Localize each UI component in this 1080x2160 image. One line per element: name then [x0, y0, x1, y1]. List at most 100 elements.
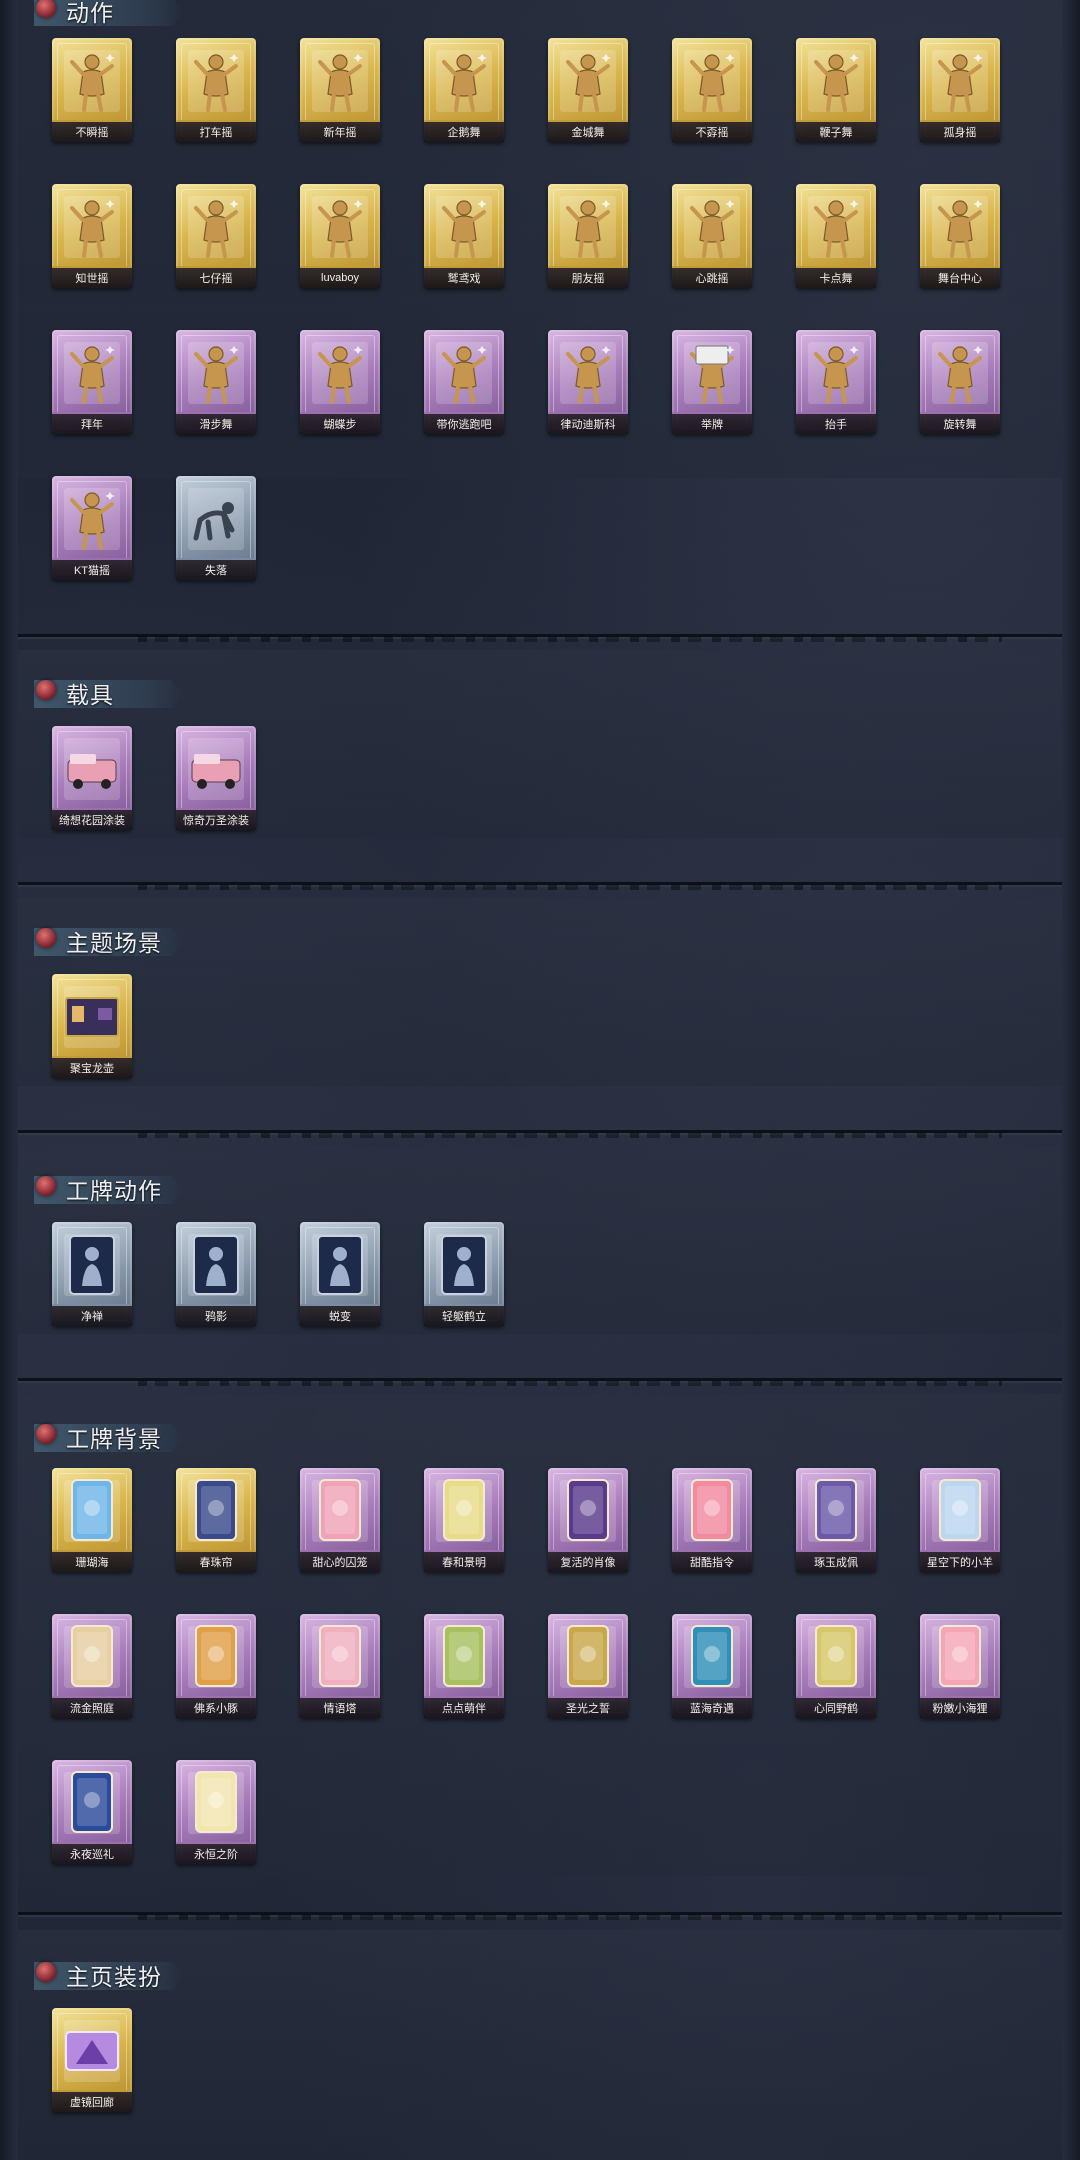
collection-item[interactable]: 拜年 — [48, 330, 136, 442]
collection-item[interactable]: 甜酷指令 — [668, 1468, 756, 1580]
collection-item[interactable]: 轻躯鹤立 — [420, 1222, 508, 1334]
collection-item[interactable]: 新年摇 — [296, 38, 384, 150]
collection-item[interactable]: luvaboy — [296, 184, 384, 296]
collection-item[interactable]: 企鹅舞 — [420, 38, 508, 150]
item-card[interactable]: 鹫鸢戏 — [424, 184, 504, 288]
item-card[interactable]: 复活的肖像 — [548, 1468, 628, 1572]
item-card[interactable]: 旋转舞 — [920, 330, 1000, 434]
collection-item[interactable]: 蓝海奇遇 — [668, 1614, 756, 1726]
collection-item[interactable]: 滑步舞 — [172, 330, 260, 442]
collection-item[interactable]: 情语塔 — [296, 1614, 384, 1726]
item-card[interactable]: 甜心的囚笼 — [300, 1468, 380, 1572]
collection-item[interactable]: 绮想花园涂装 — [48, 726, 136, 838]
collection-item[interactable]: 舞台中心 — [916, 184, 1004, 296]
item-card[interactable]: 抬手 — [796, 330, 876, 434]
item-card[interactable]: 心跳摇 — [672, 184, 752, 288]
item-card[interactable]: 净禅 — [52, 1222, 132, 1326]
item-card[interactable]: 珊瑚海 — [52, 1468, 132, 1572]
item-card[interactable]: 心同野鹤 — [796, 1614, 876, 1718]
item-card[interactable]: luvaboy — [300, 184, 380, 288]
item-card[interactable]: 蜕变 — [300, 1222, 380, 1326]
item-card[interactable]: 律动迪斯科 — [548, 330, 628, 434]
collection-item[interactable]: 律动迪斯科 — [544, 330, 632, 442]
item-card[interactable]: 鸦影 — [176, 1222, 256, 1326]
item-card[interactable]: 朋友摇 — [548, 184, 628, 288]
item-card[interactable]: 举牌 — [672, 330, 752, 434]
collection-item[interactable]: 惊奇万圣涂装 — [172, 726, 260, 838]
item-card[interactable]: 永恒之阶 — [176, 1760, 256, 1864]
item-card[interactable]: 舞台中心 — [920, 184, 1000, 288]
collection-item[interactable]: KT猫摇 — [48, 476, 136, 588]
item-card[interactable]: 轻躯鹤立 — [424, 1222, 504, 1326]
collection-item[interactable]: 永恒之阶 — [172, 1760, 260, 1872]
collection-item[interactable]: 点点萌伴 — [420, 1614, 508, 1726]
collection-item[interactable]: 甜心的囚笼 — [296, 1468, 384, 1580]
item-card[interactable]: 春珠帘 — [176, 1468, 256, 1572]
item-card[interactable]: 春和景明 — [424, 1468, 504, 1572]
collection-item[interactable]: 鹫鸢戏 — [420, 184, 508, 296]
item-card[interactable]: 鞭子舞 — [796, 38, 876, 142]
item-card[interactable]: 不瞬摇 — [52, 38, 132, 142]
collection-item[interactable]: 孤身摇 — [916, 38, 1004, 150]
item-card[interactable]: 七仔摇 — [176, 184, 256, 288]
item-card[interactable]: 不孬摇 — [672, 38, 752, 142]
collection-item[interactable]: 不孬摇 — [668, 38, 756, 150]
item-card[interactable]: 打车摇 — [176, 38, 256, 142]
item-card[interactable]: 绮想花园涂装 — [52, 726, 132, 830]
item-card[interactable]: KT猫摇 — [52, 476, 132, 580]
item-card[interactable]: 粉嫩小海狸 — [920, 1614, 1000, 1718]
collection-item[interactable]: 净禅 — [48, 1222, 136, 1334]
collection-item[interactable]: 流金照庭 — [48, 1614, 136, 1726]
item-card[interactable]: 企鹅舞 — [424, 38, 504, 142]
item-card[interactable]: 卡点舞 — [796, 184, 876, 288]
collection-item[interactable]: 心跳摇 — [668, 184, 756, 296]
item-card[interactable]: 圣光之誓 — [548, 1614, 628, 1718]
item-card[interactable]: 蝴蝶步 — [300, 330, 380, 434]
collection-item[interactable]: 七仔摇 — [172, 184, 260, 296]
collection-item[interactable]: 蜕变 — [296, 1222, 384, 1334]
collection-item[interactable]: 复活的肖像 — [544, 1468, 632, 1580]
collection-item[interactable]: 虚镜回廊 — [48, 2008, 136, 2120]
collection-item[interactable]: 打车摇 — [172, 38, 260, 150]
collection-item[interactable]: 抬手 — [792, 330, 880, 442]
collection-item[interactable]: 心同野鹤 — [792, 1614, 880, 1726]
item-card[interactable]: 金城舞 — [548, 38, 628, 142]
item-card[interactable]: 永夜巡礼 — [52, 1760, 132, 1864]
collection-item[interactable]: 鞭子舞 — [792, 38, 880, 150]
collection-item[interactable]: 佛系小豚 — [172, 1614, 260, 1726]
collection-item[interactable]: 朋友摇 — [544, 184, 632, 296]
item-card[interactable]: 琢玉成佩 — [796, 1468, 876, 1572]
collection-item[interactable]: 琢玉成佩 — [792, 1468, 880, 1580]
item-card[interactable]: 失落 — [176, 476, 256, 580]
collection-item[interactable]: 卡点舞 — [792, 184, 880, 296]
item-card[interactable]: 聚宝龙壶 — [52, 974, 132, 1078]
item-card[interactable]: 甜酷指令 — [672, 1468, 752, 1572]
item-card[interactable]: 流金照庭 — [52, 1614, 132, 1718]
item-card[interactable]: 情语塔 — [300, 1614, 380, 1718]
item-card[interactable]: 蓝海奇遇 — [672, 1614, 752, 1718]
collection-item[interactable]: 星空下的小羊 — [916, 1468, 1004, 1580]
collection-item[interactable]: 永夜巡礼 — [48, 1760, 136, 1872]
collection-item[interactable]: 春珠帘 — [172, 1468, 260, 1580]
collection-item[interactable]: 知世摇 — [48, 184, 136, 296]
collection-item[interactable]: 旋转舞 — [916, 330, 1004, 442]
collection-item[interactable]: 鸦影 — [172, 1222, 260, 1334]
item-card[interactable]: 孤身摇 — [920, 38, 1000, 142]
item-card[interactable]: 惊奇万圣涂装 — [176, 726, 256, 830]
item-card[interactable]: 滑步舞 — [176, 330, 256, 434]
item-card[interactable]: 拜年 — [52, 330, 132, 434]
collection-item[interactable]: 金城舞 — [544, 38, 632, 150]
collection-item[interactable]: 春和景明 — [420, 1468, 508, 1580]
item-card[interactable]: 新年摇 — [300, 38, 380, 142]
collection-item[interactable]: 珊瑚海 — [48, 1468, 136, 1580]
collection-item[interactable]: 不瞬摇 — [48, 38, 136, 150]
collection-item[interactable]: 粉嫩小海狸 — [916, 1614, 1004, 1726]
item-card[interactable]: 知世摇 — [52, 184, 132, 288]
item-card[interactable]: 点点萌伴 — [424, 1614, 504, 1718]
collection-item[interactable]: 圣光之誓 — [544, 1614, 632, 1726]
item-card[interactable]: 虚镜回廊 — [52, 2008, 132, 2112]
collection-item[interactable]: 举牌 — [668, 330, 756, 442]
item-card[interactable]: 星空下的小羊 — [920, 1468, 1000, 1572]
collection-item[interactable]: 聚宝龙壶 — [48, 974, 136, 1086]
item-card[interactable]: 带你逃跑吧 — [424, 330, 504, 434]
